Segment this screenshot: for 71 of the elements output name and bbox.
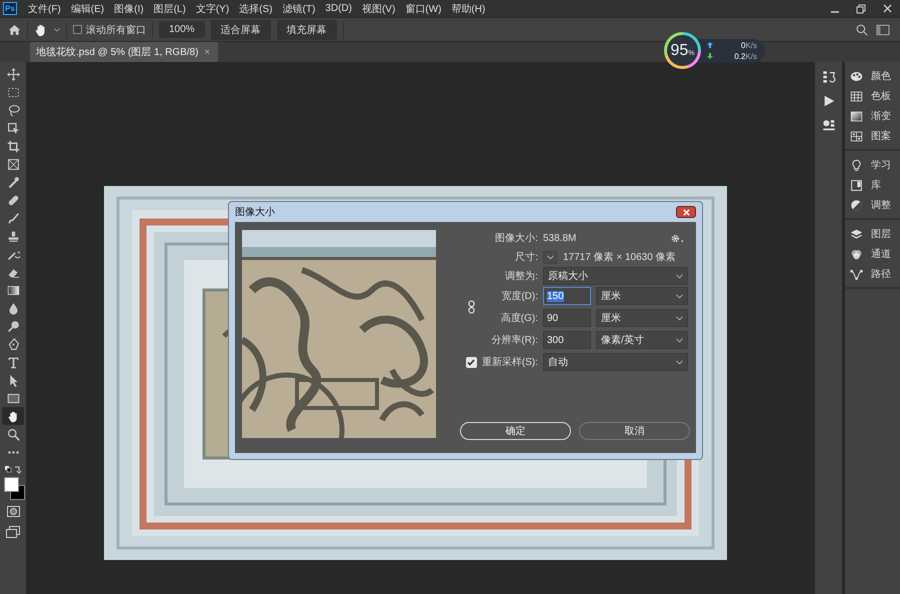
bezier-path-icon: [850, 268, 863, 280]
panel-tab[interactable]: 渐变: [845, 106, 900, 126]
panel-tab[interactable]: 色板: [845, 86, 900, 106]
layers-icon: [850, 228, 863, 240]
zoom-button[interactable]: 填充屏幕: [276, 20, 337, 40]
palette-icon: [850, 70, 863, 82]
zoom-button[interactable]: 100%: [159, 21, 205, 38]
frame-icon: [6, 158, 20, 170]
menu-item[interactable]: 文件(F): [23, 2, 66, 16]
circles-icon: [850, 248, 863, 260]
upload-arrow-icon: [707, 42, 713, 48]
upload-speed: 0K/s: [740, 40, 757, 50]
app-logo: Ps: [3, 2, 17, 15]
rectangle-icon: [6, 392, 20, 404]
menu-item[interactable]: 编辑(E): [66, 2, 110, 16]
hand-icon: [6, 410, 20, 422]
panel-tab[interactable]: 库: [845, 175, 900, 195]
checkbox[interactable]: [73, 25, 82, 34]
grid-icon: [850, 90, 863, 102]
dodge-icon: [6, 320, 20, 332]
menu-item[interactable]: 视图(V): [356, 2, 400, 16]
eyedropper-icon: [6, 176, 20, 188]
menu-item[interactable]: 图像(I): [109, 2, 149, 16]
workspace-icon[interactable]: [876, 24, 890, 36]
zoom-icon: [6, 428, 20, 440]
menu-item[interactable]: 窗口(W): [400, 2, 446, 16]
history-icon[interactable]: [822, 70, 836, 84]
properties-icon[interactable]: [822, 118, 836, 132]
checkbox-label: 滚动所有窗口: [86, 24, 146, 36]
panel-tab[interactable]: 颜色: [845, 66, 900, 86]
home-icon[interactable]: [8, 24, 21, 36]
hand-tool[interactable]: [2, 407, 24, 425]
object-select-icon: [6, 122, 20, 134]
pen-icon: [6, 338, 20, 350]
search-icon[interactable]: [856, 24, 868, 36]
gradient-icon: [850, 110, 863, 122]
quick-mask-icon[interactable]: [6, 506, 20, 517]
lightbulb-icon: [850, 158, 863, 172]
drop-icon: [6, 302, 20, 314]
download-arrow-icon: [707, 53, 713, 59]
crop-icon: [6, 140, 20, 152]
book-icon: [850, 178, 863, 192]
zoom-button[interactable]: 适合屏幕: [210, 20, 271, 40]
menu-item[interactable]: 3D(D): [320, 3, 357, 14]
marquee-icon: [6, 86, 20, 98]
panel-tab[interactable]: 路径: [845, 264, 900, 284]
panel-tab[interactable]: 图案: [845, 126, 900, 146]
swap-colors-icon[interactable]: [4, 465, 22, 474]
menu-item[interactable]: 选择(S): [234, 2, 278, 16]
play-icon[interactable]: [822, 94, 836, 108]
caret-icon[interactable]: [54, 28, 60, 32]
panel-tab[interactable]: 图层: [845, 224, 900, 244]
menu-item[interactable]: 文字(Y): [190, 2, 234, 16]
menu-item[interactable]: 滤镜(T): [278, 2, 320, 16]
type-icon: [6, 356, 20, 368]
brush-icon: [6, 212, 20, 224]
lasso-icon: [6, 104, 20, 116]
document-tab[interactable]: 地毯花纹.psd @ 5% (图层 1, RGB/8) ×: [30, 42, 218, 62]
gradient-icon: [6, 284, 20, 296]
menu-item[interactable]: 图层(L): [148, 2, 191, 16]
screen-mode-icon[interactable]: [6, 526, 20, 538]
color-swatches[interactable]: [3, 477, 23, 499]
half-circle-icon: [850, 198, 863, 212]
move-icon: [6, 68, 20, 80]
panel-tab[interactable]: 学习: [845, 155, 900, 175]
download-speed: 0.2K/s: [734, 52, 757, 60]
menu-item[interactable]: 帮助(H): [446, 2, 490, 16]
panel-tab[interactable]: 调整: [845, 195, 900, 215]
stamp-icon: [6, 230, 20, 242]
panel-tab[interactable]: 通道: [845, 244, 900, 264]
pattern-icon: [850, 130, 863, 142]
